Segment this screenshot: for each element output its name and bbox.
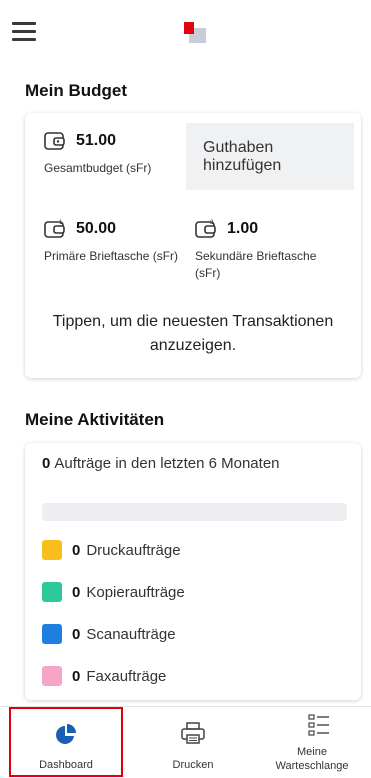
job-row-print: 0 Druckaufträge [42,540,181,560]
scan-color-swatch [42,624,62,644]
copy-color-swatch [42,582,62,602]
top-bar [0,0,371,70]
nav-print[interactable]: Drucken [135,707,251,778]
activities-summary: 0 Aufträge in den letzten 6 Monaten [42,455,280,472]
summary-text: Aufträge in den letzten 6 Monaten [54,455,280,472]
scan-jobs-label: Scanaufträge [86,625,176,643]
transactions-hint[interactable]: Tippen, um die neuesten Transaktionen an… [25,310,361,358]
budget-card[interactable]: 51.00 Gesamtbudget (sFr) Guthaben hinzuf… [25,113,361,378]
nav-queue[interactable]: Meine Warteschlange [253,707,371,778]
total-budget: 51.00 Gesamtbudget (sFr) [44,131,151,177]
brand-logo-icon [182,21,208,45]
total-budget-amount: 51.00 [76,132,117,149]
activities-section-title: Meine Aktivitäten [25,410,165,429]
job-row-fax: 0 Faxaufträge [42,666,166,686]
bottom-navigation: Dashboard Drucken Meine Warteschlange [0,706,371,778]
copy-jobs-count: 0 [72,583,81,601]
print-color-swatch [42,540,62,560]
print-jobs-count: 0 [72,541,81,559]
hamburger-menu-icon[interactable] [12,22,36,42]
nav-queue-label: Meine Warteschlange [275,746,349,772]
scan-jobs-count: 0 [72,625,81,643]
pie-chart-icon [56,724,76,744]
summary-count: 0 [42,455,51,472]
secondary-wallet: 2 1.00 Sekundäre Brieftasche (sFr) [195,219,345,282]
total-budget-label: Gesamtbudget (sFr) [44,161,152,175]
job-row-scan: 0 Scanaufträge [42,624,176,644]
nav-dashboard-label: Dashboard [39,759,93,771]
primary-wallet-amount: 50.00 [76,220,117,237]
nav-print-label: Drucken [172,759,214,771]
nav-dashboard[interactable]: Dashboard [9,707,123,777]
secondary-wallet-icon: 2 [195,220,216,238]
activities-card: 0 Aufträge in den letzten 6 Monaten 0 Dru… [25,443,361,700]
fax-color-swatch [42,666,62,686]
fax-jobs-label: Faxaufträge [86,667,167,685]
secondary-wallet-amount: 1.00 [227,220,259,237]
print-jobs-label: Druckaufträge [86,541,181,559]
primary-wallet: 1 50.00 Primäre Brieftasche (sFr) [44,219,184,265]
copy-jobs-label: Kopieraufträge [86,583,185,601]
fax-jobs-count: 0 [72,667,81,685]
list-queue-icon [308,714,329,736]
primary-wallet-icon: 1 [44,220,65,238]
add-credit-button[interactable]: Guthaben hinzufügen [186,123,354,190]
budget-section-title: Mein Budget [25,81,127,100]
primary-wallet-label: Primäre Brieftasche (sFr) [44,249,179,263]
job-row-copy: 0 Kopieraufträge [42,582,185,602]
printer-icon [181,722,205,744]
wallet-icon [44,132,65,150]
activity-distribution-bar [42,503,347,521]
secondary-wallet-label: Sekundäre Brieftasche (sFr) [195,249,317,280]
